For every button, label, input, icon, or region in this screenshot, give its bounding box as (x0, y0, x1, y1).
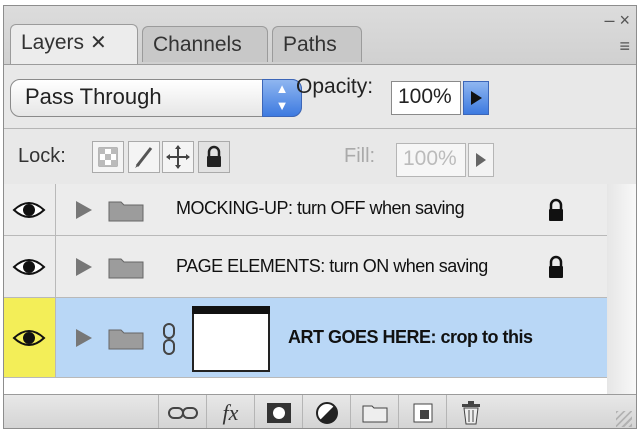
tab-channels[interactable]: Channels (142, 26, 268, 62)
opacity-slider-arrow-icon[interactable] (463, 81, 489, 115)
folder-icon (108, 258, 144, 279)
lock-label: Lock: (18, 145, 66, 167)
panel-collapse-icon[interactable]: – × (604, 10, 630, 31)
visibility-toggle[interactable] (4, 298, 56, 377)
tab-layers-label: Layers (21, 31, 85, 54)
lock-image-pixels-icon[interactable] (128, 141, 160, 173)
mask-link-icon[interactable] (162, 322, 176, 356)
trash-icon[interactable] (446, 395, 494, 428)
visibility-toggle[interactable] (4, 236, 56, 297)
layer-mask-thumbnail[interactable] (192, 306, 270, 372)
fx-icon[interactable]: fx (206, 395, 254, 428)
eye-icon (12, 329, 46, 346)
layer-row[interactable]: PAGE ELEMENTS: turn ON when saving (4, 236, 607, 298)
close-icon[interactable]: ✕ (90, 32, 107, 54)
layers-scrollbar[interactable] (607, 184, 636, 394)
layer-row-selected[interactable]: ART GOES HERE: crop to this (4, 298, 607, 378)
eye-icon (12, 258, 46, 275)
tab-paths-label: Paths (283, 33, 337, 56)
list-empty-area (4, 378, 607, 394)
lock-transparent-pixels-icon[interactable] (92, 141, 124, 173)
layer-name: PAGE ELEMENTS: turn ON when saving (176, 256, 488, 276)
lock-row: Lock: Fill: 100% (4, 128, 636, 186)
fill-input[interactable]: 100% (396, 143, 466, 177)
lock-icon (549, 255, 563, 278)
folder-icon (108, 329, 144, 350)
expand-arrow-icon[interactable] (76, 329, 92, 347)
layers-list: MOCKING-UP: turn OFF when saving PAGE EL… (4, 184, 608, 394)
add-mask-icon[interactable] (254, 395, 302, 428)
blend-mode-value: Pass Through (25, 84, 162, 109)
blend-row: Pass Through ▲ ▼ Opacity: 100% (4, 64, 636, 129)
opacity-label: Opacity: (296, 75, 374, 98)
panel-tab-bar: Layers ✕ Channels Paths – × ≡ (4, 6, 636, 70)
tab-paths[interactable]: Paths (272, 26, 362, 62)
blend-mode-select[interactable]: Pass Through ▲ ▼ (10, 79, 302, 117)
new-group-icon[interactable] (350, 395, 398, 428)
opacity-input[interactable]: 100% (391, 81, 461, 115)
lock-icon (549, 198, 563, 221)
layer-name: MOCKING-UP: turn OFF when saving (176, 198, 465, 218)
lock-all-icon[interactable] (198, 141, 230, 173)
lock-position-icon[interactable] (162, 141, 194, 173)
layer-name: ART GOES HERE: crop to this (288, 327, 533, 347)
expand-arrow-icon[interactable] (76, 201, 92, 219)
layers-panel: Layers ✕ Channels Paths – × ≡ Pass Throug… (3, 5, 637, 429)
folder-icon (108, 201, 144, 222)
panel-menu-icon[interactable]: ≡ (619, 36, 630, 57)
eye-icon (12, 201, 46, 218)
link-layers-icon[interactable] (158, 395, 206, 428)
fill-slider-arrow-icon[interactable] (468, 143, 494, 177)
expand-arrow-icon[interactable] (76, 258, 92, 276)
visibility-toggle[interactable] (4, 184, 56, 235)
resize-grip-icon[interactable] (616, 411, 632, 427)
adjustment-layer-icon[interactable] (302, 395, 350, 428)
tab-layers[interactable]: Layers ✕ (10, 24, 138, 64)
layer-row[interactable]: MOCKING-UP: turn OFF when saving (4, 184, 607, 236)
new-layer-icon[interactable] (398, 395, 446, 428)
fill-label: Fill: (344, 145, 376, 167)
tab-channels-label: Channels (153, 33, 242, 56)
panel-footer-toolbar: fx (4, 394, 636, 428)
